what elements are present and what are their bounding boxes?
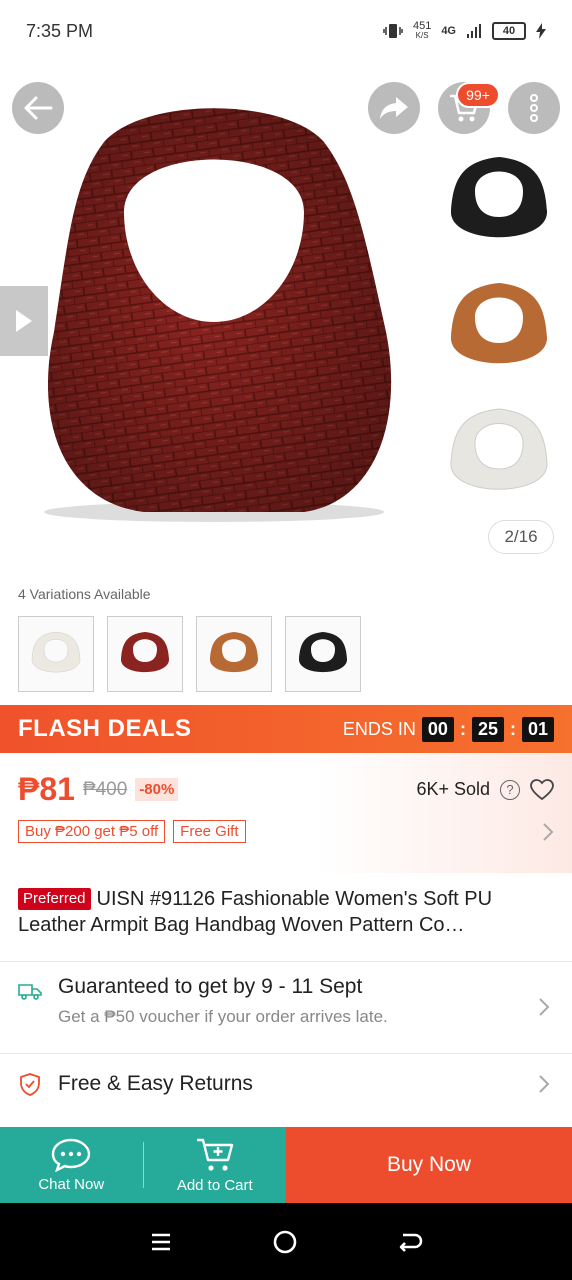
product-title: Preferred UISN #91126 Fashionable Women's… (18, 886, 554, 938)
recent-apps-icon[interactable] (149, 1231, 173, 1253)
variation-black[interactable] (285, 616, 361, 692)
shipping-guarantee-row[interactable]: Guaranteed to get by 9 - 11 Sept Get a ₱… (18, 975, 554, 1027)
heart-icon[interactable] (530, 778, 554, 801)
flash-timer: ENDS IN 00 : 25 : 01 (342, 716, 554, 742)
timer-seconds: 01 (521, 716, 554, 742)
hero-thumbnail-brown[interactable] (440, 268, 558, 386)
add-to-cart-button[interactable]: Add to Cart (144, 1127, 287, 1203)
product-image-gallery[interactable]: 2/16 (0, 62, 572, 572)
divider (0, 1053, 572, 1054)
current-price: ₱81 (18, 771, 75, 807)
battery-icon: 40 (492, 22, 526, 40)
chat-now-label: Chat Now (38, 1175, 105, 1193)
arrow-left-icon (24, 96, 53, 120)
variation-list (18, 616, 554, 692)
add-to-cart-label: Add to Cart (176, 1176, 253, 1194)
variation-white[interactable] (18, 616, 94, 692)
promo-discount-tag: Buy ₱200 get ₱5 off (18, 820, 166, 843)
promo-row[interactable]: Buy ₱200 get ₱5 off Free Gift (18, 820, 554, 843)
timer-minutes: 25 (471, 716, 504, 742)
discount-badge: -80% (135, 778, 179, 801)
variation-brown[interactable] (196, 616, 272, 692)
help-icon[interactable]: ? (500, 779, 520, 800)
flash-deals-title: FLASH DEALS (18, 715, 192, 742)
original-price: ₱400 (82, 778, 128, 800)
back-nav-icon[interactable] (397, 1231, 423, 1253)
sold-count: 6K+ Sold (416, 779, 490, 799)
chat-now-button[interactable]: Chat Now (0, 1127, 143, 1203)
variations-label: 4 Variations Available (18, 586, 151, 602)
system-nav-bar (0, 1203, 572, 1280)
home-icon[interactable] (272, 1229, 298, 1255)
signal-icon (467, 24, 481, 38)
variations-section: 4 Variations Available (0, 576, 572, 692)
share-button[interactable] (368, 82, 420, 134)
variation-red[interactable] (107, 616, 183, 692)
more-vertical-icon (530, 94, 538, 122)
status-time: 7:35 PM (26, 20, 94, 41)
hero-thumbnail-black[interactable] (440, 142, 558, 260)
ends-in-label: ENDS IN (342, 718, 416, 739)
network-type: 4G (441, 25, 456, 37)
late-voucher-text: Get a ₱50 voucher if your order arrives … (58, 1007, 388, 1026)
divider (0, 961, 572, 962)
free-gift-tag: Free Gift (173, 820, 246, 843)
status-icons: 451 K/S 4G 40 (383, 21, 546, 41)
more-options-button[interactable] (508, 82, 560, 134)
chat-icon (52, 1138, 91, 1172)
chevron-right-icon (543, 822, 554, 841)
add-cart-icon (196, 1138, 233, 1171)
bottom-action-bar: Chat Now Add to Cart Buy Now (0, 1127, 572, 1203)
hero-thumbnail-strip (440, 142, 558, 520)
buy-now-button[interactable]: Buy Now (286, 1127, 572, 1203)
cart-count-badge: 99+ (456, 82, 500, 108)
free-returns-row[interactable]: Free & Easy Returns (18, 1072, 554, 1096)
product-main-image[interactable] (24, 102, 400, 522)
vibrate-icon (383, 24, 403, 38)
play-icon (16, 310, 32, 332)
share-icon (380, 97, 408, 119)
truck-icon (18, 984, 42, 1000)
status-bar: 7:35 PM 451 K/S 4G 40 (0, 0, 572, 62)
free-returns-label: Free & Easy Returns (58, 1072, 253, 1095)
play-video-tab[interactable] (0, 286, 48, 356)
buy-now-label: Buy Now (386, 1153, 472, 1176)
image-counter: 2/16 (488, 520, 554, 554)
delivery-guarantee-text: Guaranteed to get by 9 - 11 Sept (58, 975, 363, 998)
flash-deals-banner[interactable]: FLASH DEALS ENDS IN 00 : 25 : 01 (0, 705, 572, 753)
chevron-right-icon (539, 998, 550, 1016)
chevron-right-icon (539, 1075, 550, 1093)
back-button[interactable] (12, 82, 64, 134)
shield-check-icon (20, 1073, 40, 1096)
price-section: ₱81 ₱400 -80% 6K+ Sold ? Buy ₱200 get ₱5… (0, 753, 572, 873)
net-speed: 451 K/S (412, 20, 432, 41)
hero-thumbnail-white[interactable] (440, 394, 558, 512)
timer-hours: 00 (421, 716, 454, 742)
preferred-badge: Preferred (18, 888, 91, 910)
charging-icon (536, 23, 546, 39)
